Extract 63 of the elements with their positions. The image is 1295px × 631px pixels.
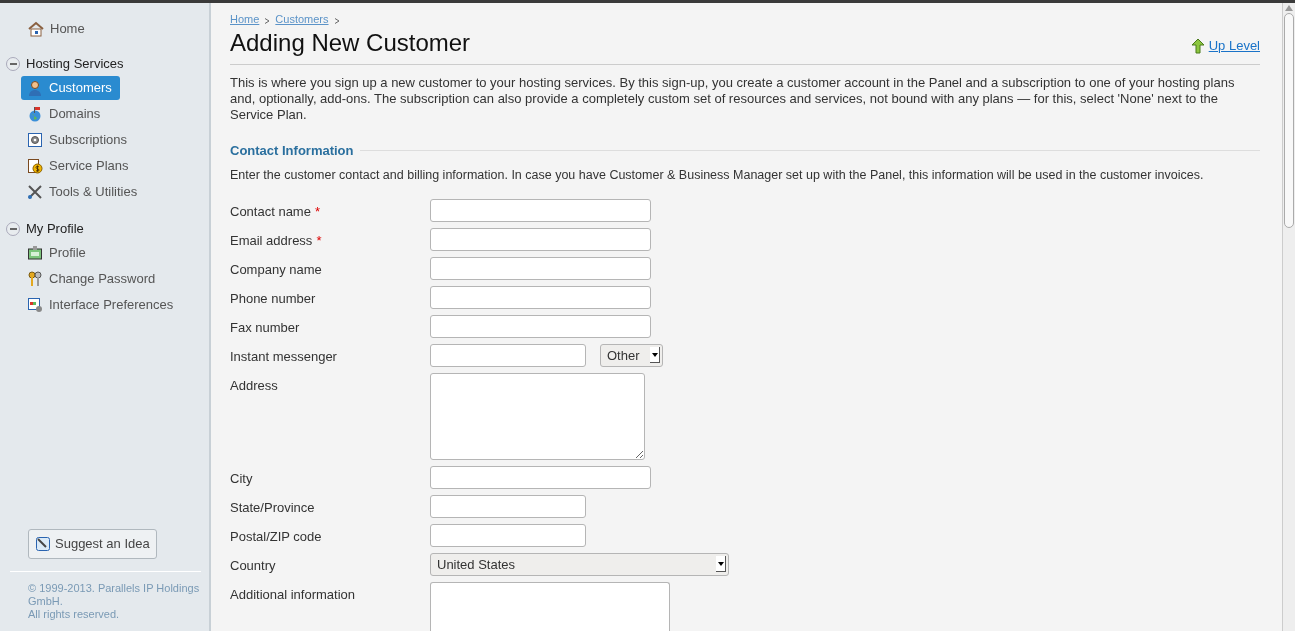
gear-icon [27, 132, 43, 148]
text-field[interactable] [430, 465, 651, 489]
tools-icon [27, 184, 43, 200]
sidebar-item[interactable]: Tools & Utilities [21, 180, 146, 204]
field-label: Company name [230, 260, 322, 279]
country-dropdown[interactable]: United States [430, 552, 729, 576]
field-label: Email address [230, 231, 313, 250]
sidebar-item[interactable]: Interface Preferences [21, 293, 182, 317]
sidebar-item[interactable]: Change Password [21, 267, 164, 291]
required-mark: * [314, 202, 320, 221]
up-level-link[interactable]: Up Level [1190, 36, 1260, 56]
person-icon [27, 80, 43, 96]
copyright-text: © 1999-2013. Parallels IP Holdings GmbH. [28, 582, 201, 608]
section-description: Enter the customer contact and billing information. In case you have Customer & Business Manager set up with the Panel, this information will be used in the customer invoices. [230, 167, 1205, 184]
chevron-right-icon [264, 17, 271, 24]
text-field[interactable] [430, 285, 651, 309]
chevron-right-icon [333, 17, 340, 24]
field-label: Phone number [230, 289, 316, 308]
messenger-type-dropdown[interactable]: Other [600, 343, 663, 367]
scrollbar[interactable] [1282, 3, 1295, 631]
pencil-note-icon [35, 536, 51, 552]
required-mark: * [316, 231, 322, 250]
suggest-idea-button[interactable]: Suggest an Idea [28, 529, 157, 559]
field-label: Fax number [230, 318, 300, 337]
sidebar-item[interactable]: Profile [21, 241, 94, 265]
field-label: Instant messenger [230, 347, 337, 366]
money-document-icon [27, 158, 43, 174]
text-field[interactable] [430, 256, 651, 280]
field-label: Additional information [230, 585, 356, 604]
house-icon [28, 21, 44, 37]
text-field[interactable] [430, 314, 651, 338]
text-field[interactable] [430, 343, 586, 367]
keys-icon [27, 271, 43, 287]
window-settings-icon [27, 297, 43, 313]
section-title: Contact Information [230, 141, 354, 160]
textarea-field[interactable] [430, 581, 670, 631]
sidebar-item[interactable]: Domains [21, 102, 109, 126]
text-field[interactable] [430, 494, 586, 518]
id-card-icon [27, 245, 43, 261]
page-title: Adding New Customer [230, 27, 471, 58]
sidebar-section-title: My Profile [26, 220, 84, 239]
text-field[interactable] [430, 198, 651, 222]
field-label: Country [230, 556, 276, 575]
text-field[interactable] [430, 227, 651, 251]
field-label: Postal/ZIP code [230, 527, 322, 546]
globe-icon [27, 106, 43, 122]
collapse-icon[interactable] [6, 57, 20, 71]
sidebar-item[interactable]: Customers [21, 76, 120, 100]
sidebar-item[interactable]: Subscriptions [21, 128, 136, 152]
field-label: City [230, 469, 253, 488]
field-label: Contact name [230, 202, 311, 221]
scroll-up-arrow-icon[interactable] [1285, 5, 1293, 11]
up-arrow-icon [1190, 37, 1205, 54]
text-field[interactable] [430, 523, 586, 547]
address-textarea[interactable] [430, 372, 645, 460]
home-link[interactable]: Home [6, 19, 209, 39]
collapse-icon[interactable] [6, 222, 20, 236]
copyright-text: All rights reserved. [28, 608, 121, 621]
field-label: State/Province [230, 498, 315, 517]
sidebar-section-title: Hosting Services [26, 55, 124, 74]
field-label: Address [230, 376, 278, 395]
sidebar-item[interactable]: Service Plans [21, 154, 137, 178]
intro-paragraph: This is where you sign up a new customer to your hosting services. By this sign-up, you create a customer account in the Panel and a subscription to one of your hosting plans and, optionally, add-ons. The subscription can also provide a completely custom set of resources and services, not bound with any plans — for this, select 'None' next to the Service Plan. [230, 74, 1236, 123]
